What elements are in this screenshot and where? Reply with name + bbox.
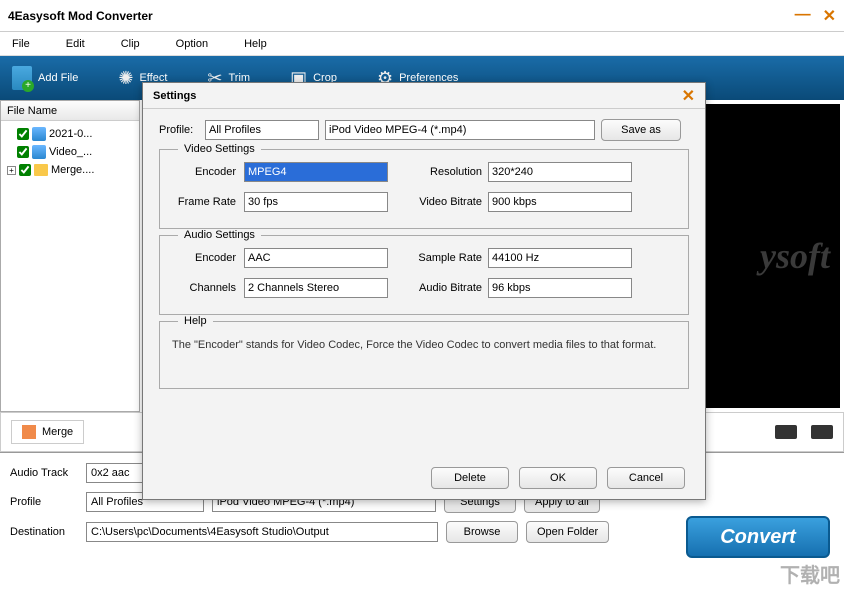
preview-watermark: ysoft bbox=[760, 235, 830, 277]
help-legend: Help bbox=[178, 315, 213, 327]
abitrate-select[interactable]: 96 kbps bbox=[488, 278, 632, 298]
cancel-button[interactable]: Cancel bbox=[607, 467, 685, 489]
delete-button[interactable]: Delete bbox=[431, 467, 509, 489]
minimize-icon[interactable]: — bbox=[795, 6, 811, 26]
tree-items: 2021-0... Video_... + Merge.... bbox=[1, 121, 139, 183]
browse-button[interactable]: Browse bbox=[446, 521, 518, 543]
close-icon[interactable]: ✕ bbox=[823, 6, 836, 26]
dialog-close-icon[interactable]: ✕ bbox=[682, 86, 695, 106]
snapshot-icon[interactable] bbox=[811, 425, 833, 439]
framerate-select[interactable]: 30 fps bbox=[244, 192, 388, 212]
menu-edit[interactable]: Edit bbox=[66, 38, 85, 50]
abitrate-label: Audio Bitrate bbox=[410, 282, 488, 294]
samplerate-select[interactable]: 44100 Hz bbox=[488, 248, 632, 268]
destination-label: Destination bbox=[10, 526, 78, 538]
tree-item[interactable]: Video_... bbox=[5, 143, 135, 161]
watermark: 下载吧 bbox=[780, 559, 840, 588]
resolution-label: Resolution bbox=[410, 166, 488, 178]
aencoder-label: Encoder bbox=[172, 252, 244, 264]
merge-label: Merge bbox=[42, 426, 73, 438]
ok-button[interactable]: OK bbox=[519, 467, 597, 489]
merge-icon bbox=[22, 425, 36, 439]
settings-dialog: Settings ✕ Profile: All Profiles iPod Vi… bbox=[142, 82, 706, 500]
vbitrate-label: Video Bitrate bbox=[410, 196, 488, 208]
window-controls: — ✕ bbox=[795, 6, 836, 26]
framerate-label: Frame Rate bbox=[172, 196, 244, 208]
add-file-button[interactable]: Add File bbox=[12, 66, 78, 90]
audio-legend: Audio Settings bbox=[178, 229, 261, 241]
help-group: Help The "Encoder" stands for Video Code… bbox=[159, 321, 689, 389]
expand-icon[interactable]: + bbox=[7, 166, 16, 175]
open-folder-button[interactable]: Open Folder bbox=[526, 521, 609, 543]
video-file-icon bbox=[32, 145, 46, 159]
titlebar: 4Easysoft Mod Converter — ✕ bbox=[0, 0, 844, 32]
channels-label: Channels bbox=[172, 282, 244, 294]
video-settings-group: Video Settings Encoder MPEG4 Resolution … bbox=[159, 149, 689, 229]
tree-header[interactable]: File Name bbox=[1, 101, 139, 121]
menu-file[interactable]: File bbox=[12, 38, 30, 50]
dlg-profile-group-select[interactable]: All Profiles bbox=[205, 120, 319, 140]
add-file-icon bbox=[12, 66, 32, 90]
convert-button[interactable]: Convert bbox=[686, 516, 830, 558]
record-icon[interactable] bbox=[775, 425, 797, 439]
dlg-profile-select[interactable]: iPod Video MPEG-4 (*.mp4) bbox=[325, 120, 595, 140]
resolution-select[interactable]: 320*240 bbox=[488, 162, 632, 182]
tree-checkbox[interactable] bbox=[17, 146, 29, 158]
vencoder-select[interactable]: MPEG4 bbox=[244, 162, 388, 182]
vbitrate-select[interactable]: 900 kbps bbox=[488, 192, 632, 212]
vencoder-label: Encoder bbox=[172, 166, 244, 178]
dialog-titlebar: Settings ✕ bbox=[143, 83, 705, 109]
tree-checkbox[interactable] bbox=[19, 164, 31, 176]
menubar: File Edit Clip Option Help bbox=[0, 32, 844, 56]
tree-item-label: Video_... bbox=[49, 146, 92, 158]
save-as-button[interactable]: Save as bbox=[601, 119, 681, 141]
profile-label: Profile bbox=[10, 496, 78, 508]
menu-help[interactable]: Help bbox=[244, 38, 267, 50]
dialog-buttons: Delete OK Cancel bbox=[431, 467, 685, 489]
dlg-profile-label: Profile: bbox=[159, 124, 199, 136]
dialog-title: Settings bbox=[153, 90, 196, 102]
tree-item[interactable]: 2021-0... bbox=[5, 125, 135, 143]
video-legend: Video Settings bbox=[178, 143, 261, 155]
destination-input[interactable] bbox=[86, 522, 438, 542]
merge-button[interactable]: Merge bbox=[11, 420, 84, 444]
tree-item-label: 2021-0... bbox=[49, 128, 92, 140]
effect-icon: ✺ bbox=[118, 68, 133, 89]
audio-track-label: Audio Track bbox=[10, 467, 78, 479]
audio-settings-group: Audio Settings Encoder AAC Sample Rate 4… bbox=[159, 235, 689, 315]
tree-checkbox[interactable] bbox=[17, 128, 29, 140]
tree-item[interactable]: + Merge.... bbox=[5, 161, 135, 179]
folder-icon bbox=[34, 164, 48, 176]
menu-clip[interactable]: Clip bbox=[121, 38, 140, 50]
video-file-icon bbox=[32, 127, 46, 141]
add-file-label: Add File bbox=[38, 72, 78, 84]
file-tree: File Name 2021-0... Video_... + Merge...… bbox=[0, 100, 140, 412]
menu-option[interactable]: Option bbox=[176, 38, 208, 50]
help-text: The "Encoder" stands for Video Codec, Fo… bbox=[172, 334, 676, 357]
samplerate-label: Sample Rate bbox=[410, 252, 488, 264]
channels-select[interactable]: 2 Channels Stereo bbox=[244, 278, 388, 298]
tree-item-label: Merge.... bbox=[51, 164, 94, 176]
preview-controls bbox=[775, 425, 833, 439]
aencoder-select[interactable]: AAC bbox=[244, 248, 388, 268]
window-title: 4Easysoft Mod Converter bbox=[8, 9, 153, 23]
